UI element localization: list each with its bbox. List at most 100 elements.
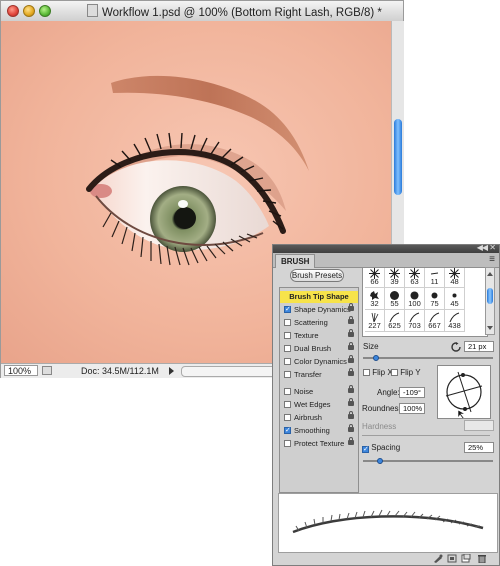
size-slider-knob[interactable] <box>373 355 379 361</box>
brush-option-checkbox[interactable] <box>284 332 291 339</box>
brush-option-10[interactable]: ✓ Smoothing <box>280 424 358 437</box>
brush-option-1[interactable]: ✓ Shape Dynamics <box>280 303 358 316</box>
brush-tip[interactable]: 66 <box>365 268 385 288</box>
brush-tip[interactable]: 63 <box>405 268 425 288</box>
brush-option-checkbox[interactable] <box>284 371 291 378</box>
roundness-field[interactable]: 100% <box>399 403 425 414</box>
brush-option-checkbox[interactable] <box>284 440 291 447</box>
brush-option-4[interactable]: Dual Brush <box>280 342 358 355</box>
brush-tip[interactable]: 100 <box>405 288 425 310</box>
brush-option-checkbox[interactable] <box>284 358 291 365</box>
brush-tip-size: 625 <box>388 321 401 330</box>
brush-option-checkbox[interactable] <box>284 319 291 326</box>
brush-option-label: Airbrush <box>294 413 322 422</box>
brush-tip[interactable]: 438 <box>445 310 465 332</box>
brush-tip-size: 48 <box>450 277 459 286</box>
brush-option-3[interactable]: Texture <box>280 329 358 342</box>
brush-option-checkbox[interactable]: ✓ <box>284 427 291 434</box>
brush-option-checkbox[interactable] <box>284 388 291 395</box>
size-field[interactable]: 21 px <box>464 341 494 352</box>
brush-tip-size: 227 <box>368 321 381 330</box>
brush-option-8[interactable]: Wet Edges <box>280 398 358 411</box>
lock-icon[interactable] <box>348 368 354 376</box>
document-title-text: Workflow 1.psd @ 100% (Bottom Right Lash… <box>102 7 382 19</box>
scroll-down-arrow-icon[interactable] <box>487 326 493 330</box>
brush-tip[interactable]: 11 <box>425 268 445 288</box>
spacing-option[interactable]: ✓ Spacing <box>362 443 400 453</box>
brush-tip-size: 703 <box>408 321 421 330</box>
lock-icon[interactable] <box>348 329 354 337</box>
brush-option-label: Transfer <box>294 370 322 379</box>
brush-option-6[interactable]: Transfer <box>280 368 358 381</box>
brush-option-11[interactable]: Protect Texture <box>280 437 358 450</box>
brush-option-checkbox[interactable] <box>284 345 291 352</box>
brush-tip[interactable]: 45 <box>445 288 465 310</box>
lock-icon[interactable] <box>348 342 354 350</box>
brush-tip[interactable]: 75 <box>425 288 445 310</box>
new-brush-icon[interactable] <box>461 554 471 563</box>
brush-tip[interactable]: 625 <box>385 310 405 332</box>
brush-tip[interactable]: 48 <box>445 268 465 288</box>
brush-tip-grid[interactable]: 66 39 63 11 48 32 55 100 75 45 227 625 703 667 438 <box>362 267 488 337</box>
status-options-icon[interactable] <box>42 366 52 375</box>
lock-icon[interactable] <box>348 303 354 311</box>
zoom-level-field[interactable]: 100% <box>4 365 38 376</box>
canvas-vertical-scroll-thumb[interactable] <box>394 119 402 195</box>
spacing-checkbox[interactable]: ✓ <box>362 446 369 453</box>
tab-brush[interactable]: BRUSH <box>275 254 316 268</box>
size-slider-track[interactable] <box>363 357 493 359</box>
brush-tip[interactable]: 227 <box>365 310 385 332</box>
brush-tip-size: 55 <box>390 299 399 308</box>
toggle-live-tip-preview-icon[interactable] <box>433 554 443 563</box>
brush-presets-button[interactable]: Brush Presets <box>290 269 344 282</box>
brush-tip-scroll-thumb[interactable] <box>487 288 493 304</box>
brush-option-label: Brush Tip Shape <box>289 292 349 301</box>
brush-angle-preview[interactable] <box>437 365 491 420</box>
zoom-window-button[interactable] <box>39 5 51 17</box>
lock-icon[interactable] <box>348 316 354 324</box>
brush-option-2[interactable]: Scattering <box>280 316 358 329</box>
close-panel-icon[interactable]: ✕ <box>489 243 496 252</box>
brush-tip-size: 32 <box>370 299 379 308</box>
brush-option-checkbox[interactable] <box>284 401 291 408</box>
brush-tip[interactable]: 703 <box>405 310 425 332</box>
brush-tip[interactable]: 55 <box>385 288 405 310</box>
brush-tip[interactable]: 39 <box>385 268 405 288</box>
lock-icon[interactable] <box>348 411 354 419</box>
flip-x-option[interactable]: Flip X <box>363 368 393 377</box>
reset-size-icon[interactable] <box>451 342 461 352</box>
flip-y-checkbox[interactable] <box>391 369 398 376</box>
brush-option-checkbox[interactable]: ✓ <box>284 306 291 313</box>
lock-icon[interactable] <box>348 398 354 406</box>
spacing-slider-knob[interactable] <box>377 458 383 464</box>
angle-field[interactable]: -109° <box>399 387 425 398</box>
open-preset-manager-icon[interactable] <box>447 554 457 563</box>
brush-tip-size: 75 <box>430 299 439 308</box>
close-window-button[interactable] <box>7 5 19 17</box>
status-menu-arrow-icon[interactable] <box>169 367 174 375</box>
brush-option-7[interactable]: Noise <box>280 385 358 398</box>
brush-option-checkbox[interactable] <box>284 414 291 421</box>
lock-icon[interactable] <box>348 424 354 432</box>
brush-tip[interactable]: 32 <box>365 288 385 310</box>
hardness-field[interactable] <box>464 420 494 431</box>
lock-icon[interactable] <box>348 437 354 445</box>
brush-option-9[interactable]: Airbrush <box>280 411 358 424</box>
flip-y-option[interactable]: Flip Y <box>391 368 421 377</box>
scroll-up-arrow-icon[interactable] <box>487 272 493 276</box>
brush-tip[interactable]: 667 <box>425 310 445 332</box>
panel-menu-icon[interactable]: ≡ <box>489 254 495 265</box>
panel-drag-bar[interactable]: ◀◀ ✕ <box>273 243 499 253</box>
brush-tip-scrollbar[interactable] <box>485 267 495 335</box>
brush-option-5[interactable]: Color Dynamics <box>280 355 358 368</box>
delete-brush-icon[interactable] <box>477 554 487 563</box>
collapse-panel-icon[interactable]: ◀◀ <box>477 243 488 252</box>
flip-x-checkbox[interactable] <box>363 369 370 376</box>
lock-icon[interactable] <box>348 385 354 393</box>
brush-option-0[interactable]: Brush Tip Shape <box>280 291 358 303</box>
document-titlebar[interactable]: Workflow 1.psd @ 100% (Bottom Right Lash… <box>1 1 403 22</box>
lock-icon[interactable] <box>348 355 354 363</box>
brush-option-label: Scattering <box>294 318 328 327</box>
minimize-window-button[interactable] <box>23 5 35 17</box>
spacing-field[interactable]: 25% <box>464 442 494 453</box>
